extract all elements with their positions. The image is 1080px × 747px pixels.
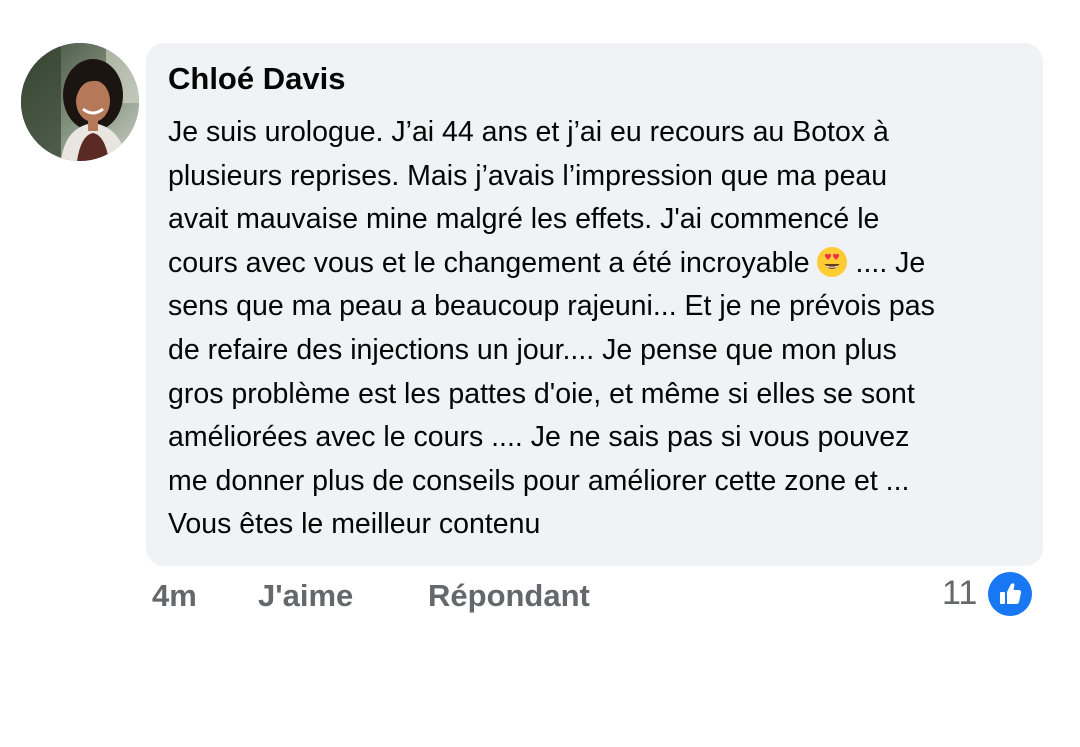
comment-line: améliorées avec le cours .... Je ne sais… [168,421,910,454]
reaction-count[interactable]: 11 [942,574,977,613]
thumbs-up-icon [1000,583,1022,604]
reply-button[interactable]: Répondant [428,578,590,614]
comment-line: Je suis urologue. J’ai 44 ans et j’ai eu… [168,116,889,148]
comment-line: sens que ma peau a beaucoup rajeuni... E… [168,290,935,323]
heart-eyes-emoji-icon [816,246,847,277]
comment-line: plusieurs reprises. Mais j’avais l’impre… [168,159,888,192]
comment-line: de refaire des injections un jour.... Je… [168,333,897,366]
comment-line-segment: .... Je [847,246,926,279]
comment-line-segment: cours avec vous et le changement a été i… [168,246,810,279]
comment-line: Vous êtes le meilleur contenu [168,508,541,541]
reaction-badge[interactable] [988,572,1032,616]
comment-body: Je suis urologue. J’ai 44 ans et j’ai eu… [168,111,1028,547]
comment-author-name[interactable]: Chloé Davis [168,61,345,97]
like-button[interactable]: J'aime [258,578,353,614]
avatar-photo [21,43,139,161]
comment-line: avait mauvaise mine malgré les effets. J… [168,203,880,236]
author-avatar[interactable] [21,43,139,161]
comment-actions: 4m J'aime Répondant 11 [0,572,1080,618]
comment-line-with-emoji: cours avec vous et le changement a été i… [168,242,1028,286]
comment-bubble: Chloé Davis Je suis urologue. J’ai 44 an… [146,43,1043,566]
comment-timestamp-link[interactable]: 4m [152,578,197,614]
comment-line: gros problème est les pattes d'oie, et m… [168,377,915,410]
comment-line: me donner plus de conseils pour améliore… [168,464,910,497]
